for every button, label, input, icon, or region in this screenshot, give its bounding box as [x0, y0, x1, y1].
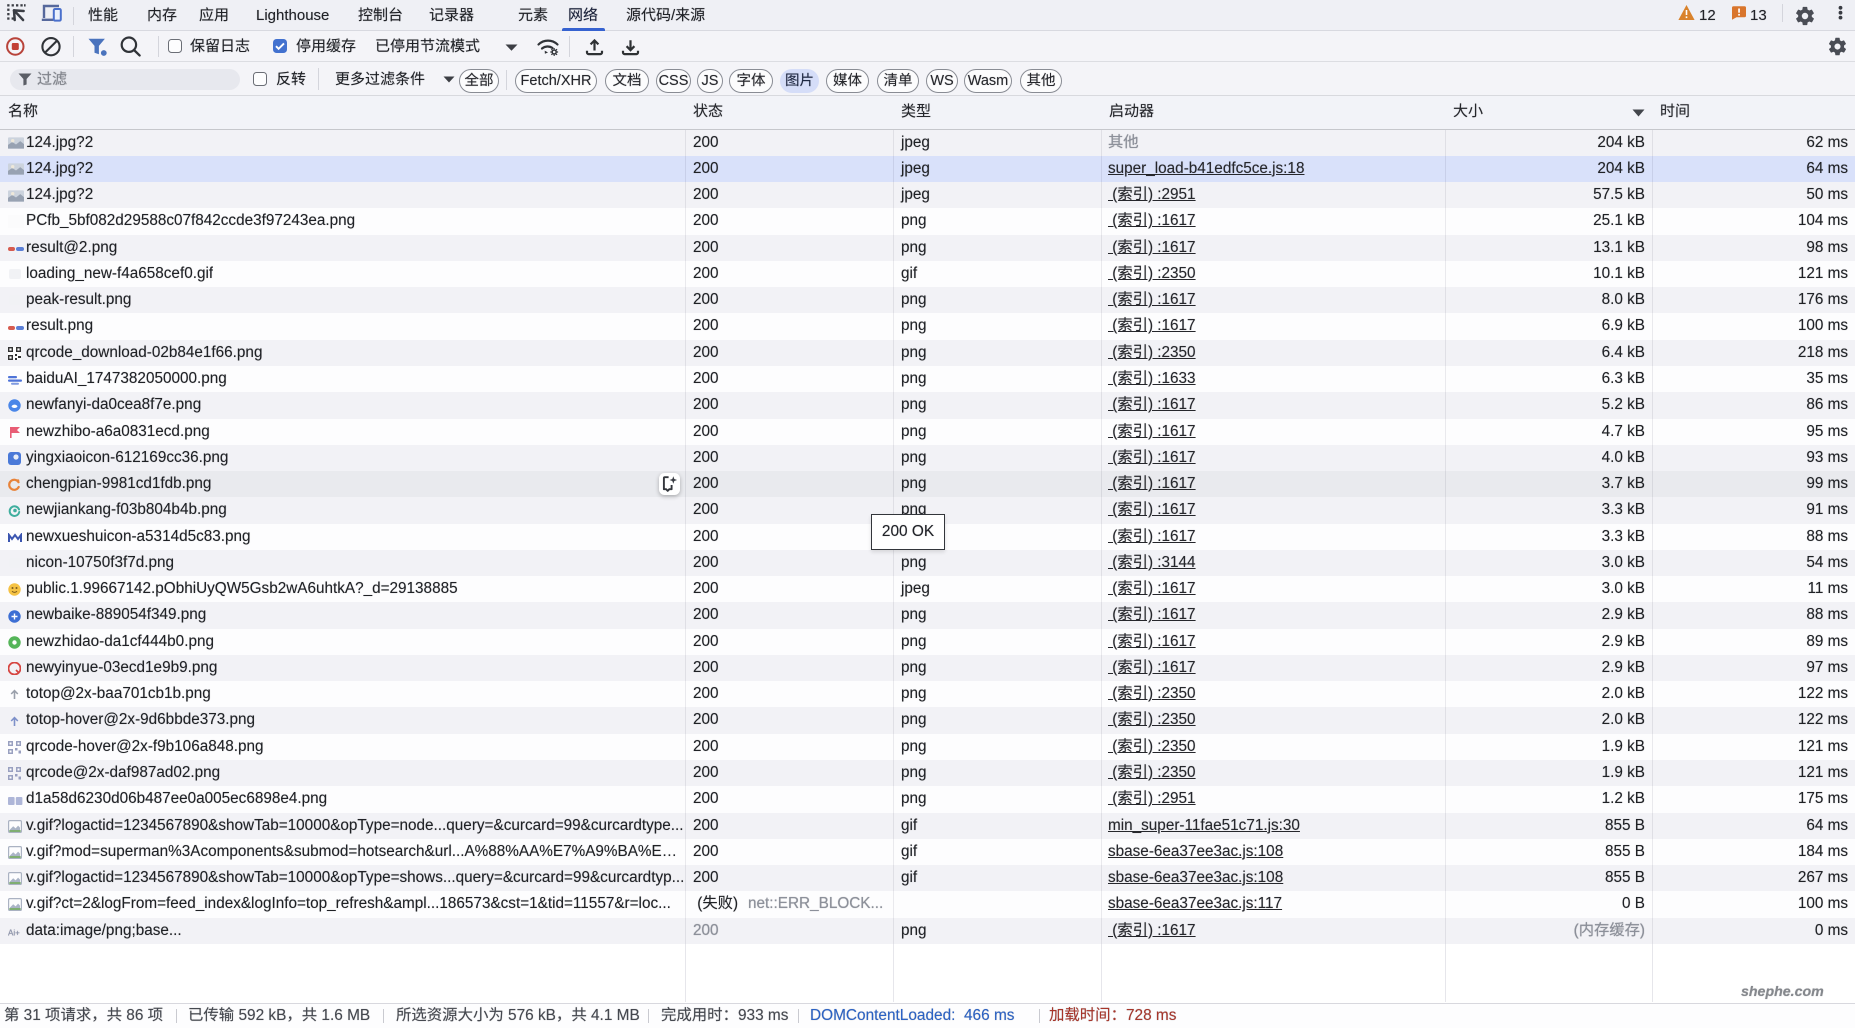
svg-text:Ai+: Ai+ — [8, 928, 20, 937]
